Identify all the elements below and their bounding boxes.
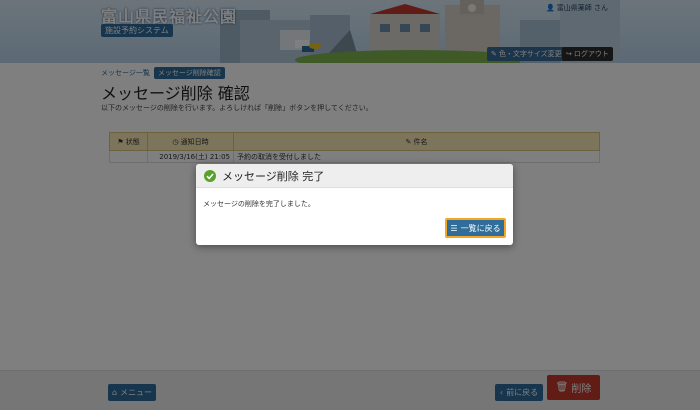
list-icon: ☰ bbox=[450, 223, 458, 233]
dialog-title: メッセージ削除 完了 bbox=[222, 169, 325, 183]
back-to-list-button[interactable]: ☰ 一覧に戻る bbox=[445, 218, 506, 238]
dialog-message: メッセージの削除を完了しました。 bbox=[203, 200, 315, 208]
back-to-list-button-label: 一覧に戻る bbox=[460, 223, 501, 233]
completion-dialog: メッセージ削除 完了 メッセージの削除を完了しました。 ☰ 一覧に戻る bbox=[196, 164, 513, 245]
check-circle-icon bbox=[204, 169, 216, 182]
dialog-header: メッセージ削除 完了 bbox=[196, 164, 513, 188]
